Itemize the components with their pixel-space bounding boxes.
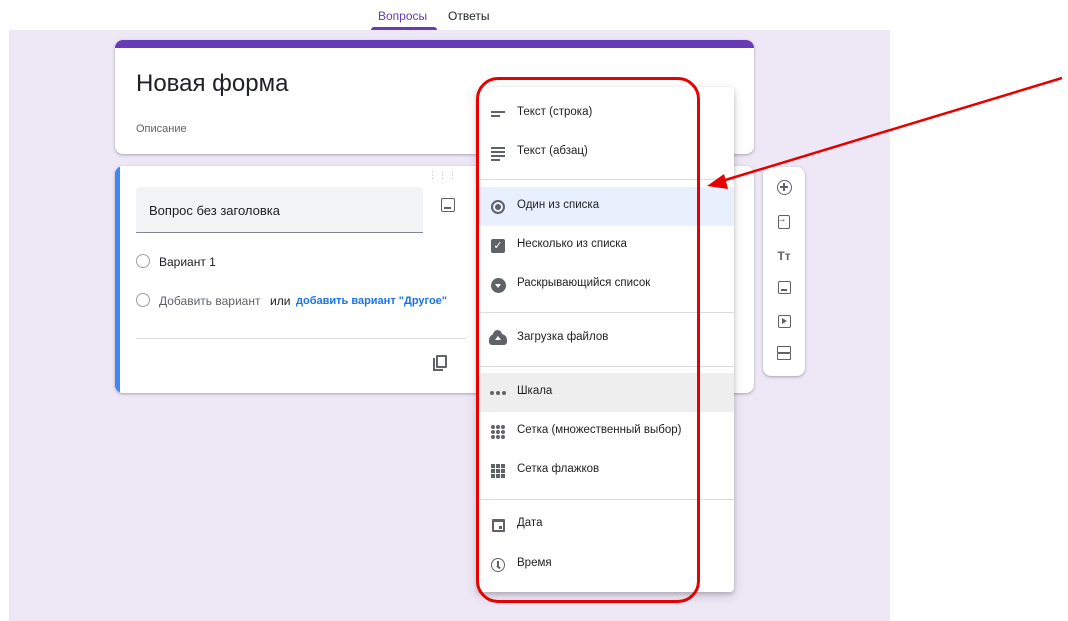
dropdown-icon [490, 277, 506, 293]
forms-editor: Вопросы Ответы Новая форма Описание ⋮⋮⋮ … [0, 0, 1068, 621]
radio-icon [491, 200, 505, 214]
question-title: Вопрос без заголовка [149, 203, 280, 218]
add-video-button[interactable] [774, 311, 794, 331]
form-canvas: Новая форма Описание ⋮⋮⋮ Вопрос без заго… [9, 30, 890, 621]
option-radio-icon [136, 254, 150, 268]
image-icon [777, 280, 791, 294]
linear-scale-icon [490, 391, 506, 395]
menu-item-file-upload[interactable]: Загрузка файлов [477, 319, 734, 358]
question-divider [136, 338, 466, 339]
menu-item-label: Дата [517, 517, 543, 529]
menu-divider [477, 179, 734, 180]
add-title-button[interactable]: Tт [774, 246, 794, 266]
add-section-button[interactable] [774, 343, 794, 363]
calendar-icon [491, 518, 505, 532]
menu-item-dropdown[interactable]: Раскрывающийся список [477, 265, 734, 304]
question-type-menu: Текст (строка) Текст (абзац) Один из спи… [477, 87, 734, 592]
or-label: или [270, 294, 291, 308]
menu-item-label: Сетка (множественный выбор) [517, 424, 682, 436]
menu-item-checkbox-grid[interactable]: Сетка флажков [477, 451, 734, 490]
add-option-link[interactable]: Добавить вариант [159, 294, 260, 308]
menu-item-label: Текст (абзац) [517, 145, 588, 157]
cloud-upload-icon [489, 329, 507, 345]
menu-item-time[interactable]: Время [477, 545, 734, 584]
menu-item-label: Раскрывающийся список [517, 277, 651, 289]
menu-item-label: Время [517, 557, 552, 569]
option-1-label[interactable]: Вариант 1 [159, 255, 216, 269]
drag-handle-icon[interactable]: ⋮⋮⋮ [428, 170, 458, 181]
form-description[interactable]: Описание [136, 123, 187, 135]
add-image-button[interactable] [774, 277, 794, 297]
add-circle-icon [776, 179, 792, 195]
menu-item-label: Загрузка файлов [517, 331, 609, 343]
tab-answers[interactable]: Ответы [448, 9, 489, 23]
add-question-button[interactable] [774, 177, 794, 197]
video-icon [777, 314, 791, 328]
import-icon [776, 213, 790, 229]
menu-item-checkboxes[interactable]: ✓ Несколько из списка [477, 226, 734, 265]
active-question-indicator [115, 166, 120, 393]
duplicate-icon[interactable] [433, 355, 447, 371]
menu-item-short-text[interactable]: Текст (строка) [477, 94, 734, 133]
menu-item-multiple-choice[interactable]: Один из списка [477, 187, 734, 226]
short-text-icon [491, 109, 505, 119]
menu-divider [477, 312, 734, 313]
add-image-icon[interactable] [441, 198, 455, 212]
title-accent-bar [115, 40, 754, 48]
paragraph-icon [491, 146, 505, 161]
menu-item-label: Текст (строка) [517, 106, 593, 118]
add-other-option-link[interactable]: добавить вариант "Другое" [296, 295, 447, 307]
import-questions-button[interactable] [774, 212, 794, 232]
tab-questions[interactable]: Вопросы [378, 9, 427, 23]
title-text-icon: Tт [777, 249, 791, 263]
menu-item-label: Сетка флажков [517, 463, 600, 475]
menu-item-label: Несколько из списка [517, 238, 627, 250]
menu-item-linear-scale[interactable]: Шкала [477, 373, 734, 412]
checkbox-icon: ✓ [491, 239, 505, 253]
menu-item-mc-grid[interactable]: Сетка (множественный выбор) [477, 412, 734, 451]
add-option-radio-icon [136, 293, 150, 307]
menu-item-label: Шкала [517, 385, 553, 397]
checkbox-grid-icon [491, 464, 505, 478]
menu-item-label: Один из списка [517, 199, 600, 211]
clock-icon [491, 558, 505, 572]
radio-grid-icon [491, 425, 505, 439]
menu-divider [477, 366, 734, 367]
form-title[interactable]: Новая форма [136, 70, 288, 98]
tab-bar: Вопросы Ответы [0, 0, 900, 32]
menu-item-date[interactable]: Дата [477, 505, 734, 544]
menu-item-paragraph[interactable]: Текст (абзац) [477, 133, 734, 172]
menu-divider [477, 499, 734, 500]
question-title-field[interactable]: Вопрос без заголовка [136, 187, 423, 233]
section-icon [777, 346, 791, 360]
side-toolbar: Tт [763, 167, 805, 376]
